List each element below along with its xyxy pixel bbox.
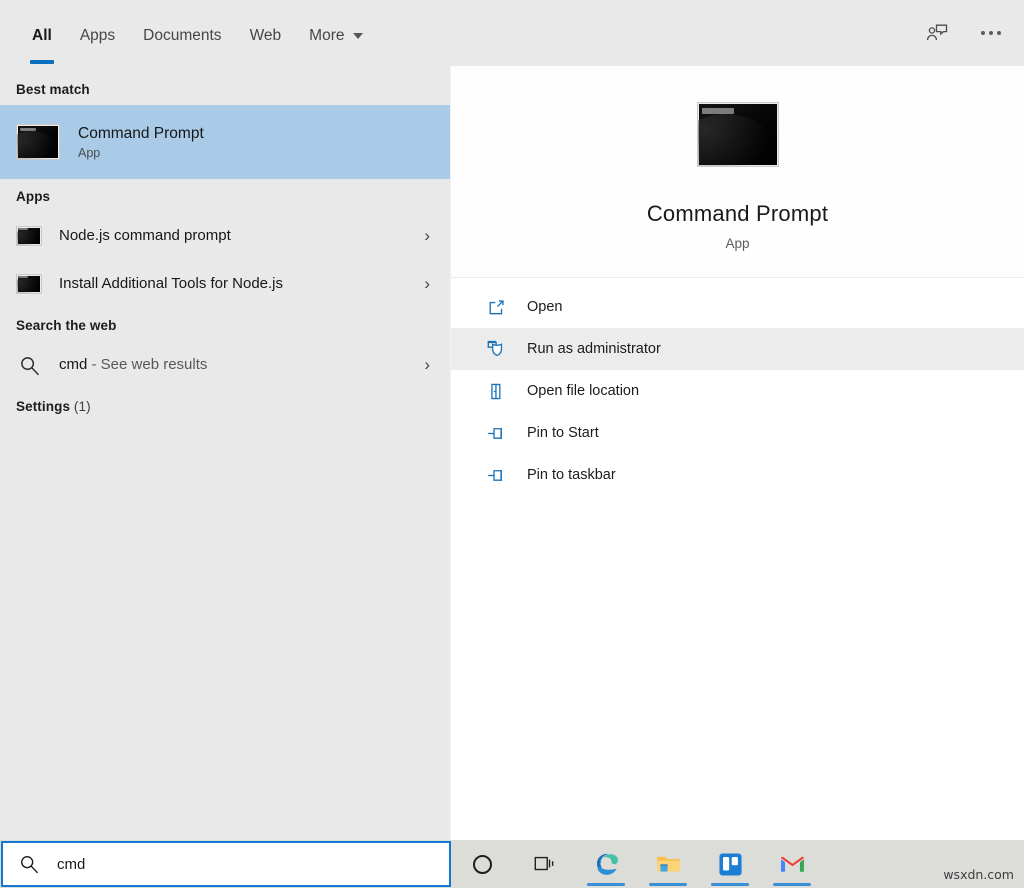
list-item-text: Install Additional Tools for Node.js — [59, 275, 424, 294]
list-item[interactable]: Node.js command prompt › — [0, 212, 450, 260]
command-prompt-icon — [16, 124, 60, 160]
tab-web[interactable]: Web — [236, 18, 296, 54]
chevron-down-icon — [353, 33, 363, 39]
preview-pane: Command Prompt App Open — [450, 66, 1024, 840]
result-command-prompt[interactable]: Command Prompt App — [0, 105, 450, 179]
cortana-circle-icon — [473, 855, 492, 874]
tab-all-label: All — [32, 27, 52, 45]
search-body: Best match Command Prompt App Apps — [0, 66, 1024, 840]
search-the-web-heading: Search the web — [0, 308, 450, 341]
app-type-label: App — [725, 236, 749, 251]
result-title: Command Prompt — [78, 124, 436, 143]
page-title: Command Prompt — [647, 201, 828, 227]
tab-documents-label: Documents — [143, 27, 221, 45]
task-view-button[interactable] — [513, 840, 575, 888]
settings-count: (1) — [74, 399, 91, 414]
tab-apps-label: Apps — [80, 27, 115, 45]
action-label: Run as administrator — [527, 341, 661, 357]
tab-more[interactable]: More — [295, 18, 377, 54]
action-open[interactable]: Open — [451, 286, 1024, 328]
search-filter-tabbar: All Apps Documents Web More — [0, 0, 1024, 66]
apps-heading: Apps — [0, 179, 450, 212]
trello-button[interactable] — [699, 840, 761, 888]
ellipsis-icon[interactable] — [974, 16, 1008, 50]
app-preview: Command Prompt App — [451, 66, 1024, 278]
action-open-file-location[interactable]: Open file location — [451, 370, 1024, 412]
settings-label: Settings — [16, 399, 70, 414]
action-label: Open file location — [527, 383, 639, 399]
tab-web-label: Web — [250, 27, 282, 45]
web-search-text: cmd - See web results — [59, 356, 424, 375]
file-explorer-button[interactable] — [637, 840, 699, 888]
command-prompt-icon — [16, 226, 42, 246]
open-external-icon — [483, 296, 509, 318]
edge-button[interactable] — [575, 840, 637, 888]
web-search-hint: - See web results — [92, 356, 208, 373]
action-label: Pin to Start — [527, 425, 599, 441]
search-input-value: cmd — [57, 856, 85, 873]
action-label: Open — [527, 299, 562, 315]
list-item-text: Node.js command prompt — [59, 227, 424, 246]
search-input[interactable]: cmd — [1, 841, 451, 887]
taskbar-buttons — [451, 840, 823, 888]
list-item-label: Install Additional Tools for Node.js — [59, 275, 424, 294]
best-match-heading: Best match — [0, 72, 450, 105]
tab-list: All Apps Documents Web More — [18, 18, 377, 54]
pin-icon — [483, 422, 509, 444]
result-text: Command Prompt App — [78, 124, 436, 160]
feedback-icon[interactable] — [920, 16, 954, 50]
command-prompt-icon — [697, 102, 779, 167]
search-icon — [16, 352, 42, 378]
search-flyout: All Apps Documents Web More — [0, 0, 1024, 840]
app-actions-list: Open Run as administrator — [451, 278, 1024, 496]
action-pin-to-taskbar[interactable]: Pin to taskbar — [451, 454, 1024, 496]
results-pane: Best match Command Prompt App Apps — [0, 66, 450, 840]
chevron-right-icon[interactable]: › — [424, 274, 436, 294]
command-prompt-icon — [16, 274, 42, 294]
settings-heading: Settings (1) — [0, 389, 450, 422]
tab-documents[interactable]: Documents — [129, 18, 235, 54]
tab-more-label: More — [309, 27, 344, 45]
cortana-button[interactable] — [451, 840, 513, 888]
gmail-button[interactable] — [761, 840, 823, 888]
taskbar: cmd — [0, 840, 1024, 888]
pin-icon — [483, 464, 509, 486]
list-item[interactable]: Install Additional Tools for Node.js › — [0, 260, 450, 308]
search-icon — [19, 854, 39, 874]
windows-search-screen: All Apps Documents Web More — [0, 0, 1024, 888]
chevron-right-icon[interactable]: › — [424, 226, 436, 246]
action-pin-to-start[interactable]: Pin to Start — [451, 412, 1024, 454]
list-item-label: Node.js command prompt — [59, 227, 424, 246]
chevron-right-icon[interactable]: › — [424, 355, 436, 375]
result-subtitle: App — [78, 146, 436, 160]
folder-open-icon — [483, 380, 509, 402]
tabbar-actions — [920, 16, 1008, 50]
tab-all[interactable]: All — [18, 18, 66, 54]
action-run-as-administrator[interactable]: Run as administrator — [451, 328, 1024, 370]
tab-apps[interactable]: Apps — [66, 18, 129, 54]
shield-admin-icon — [483, 338, 509, 360]
watermark: wsxdn.com — [943, 867, 1014, 882]
web-search-item[interactable]: cmd - See web results › — [0, 341, 450, 389]
action-label: Pin to taskbar — [527, 467, 616, 483]
web-search-query: cmd — [59, 356, 87, 373]
